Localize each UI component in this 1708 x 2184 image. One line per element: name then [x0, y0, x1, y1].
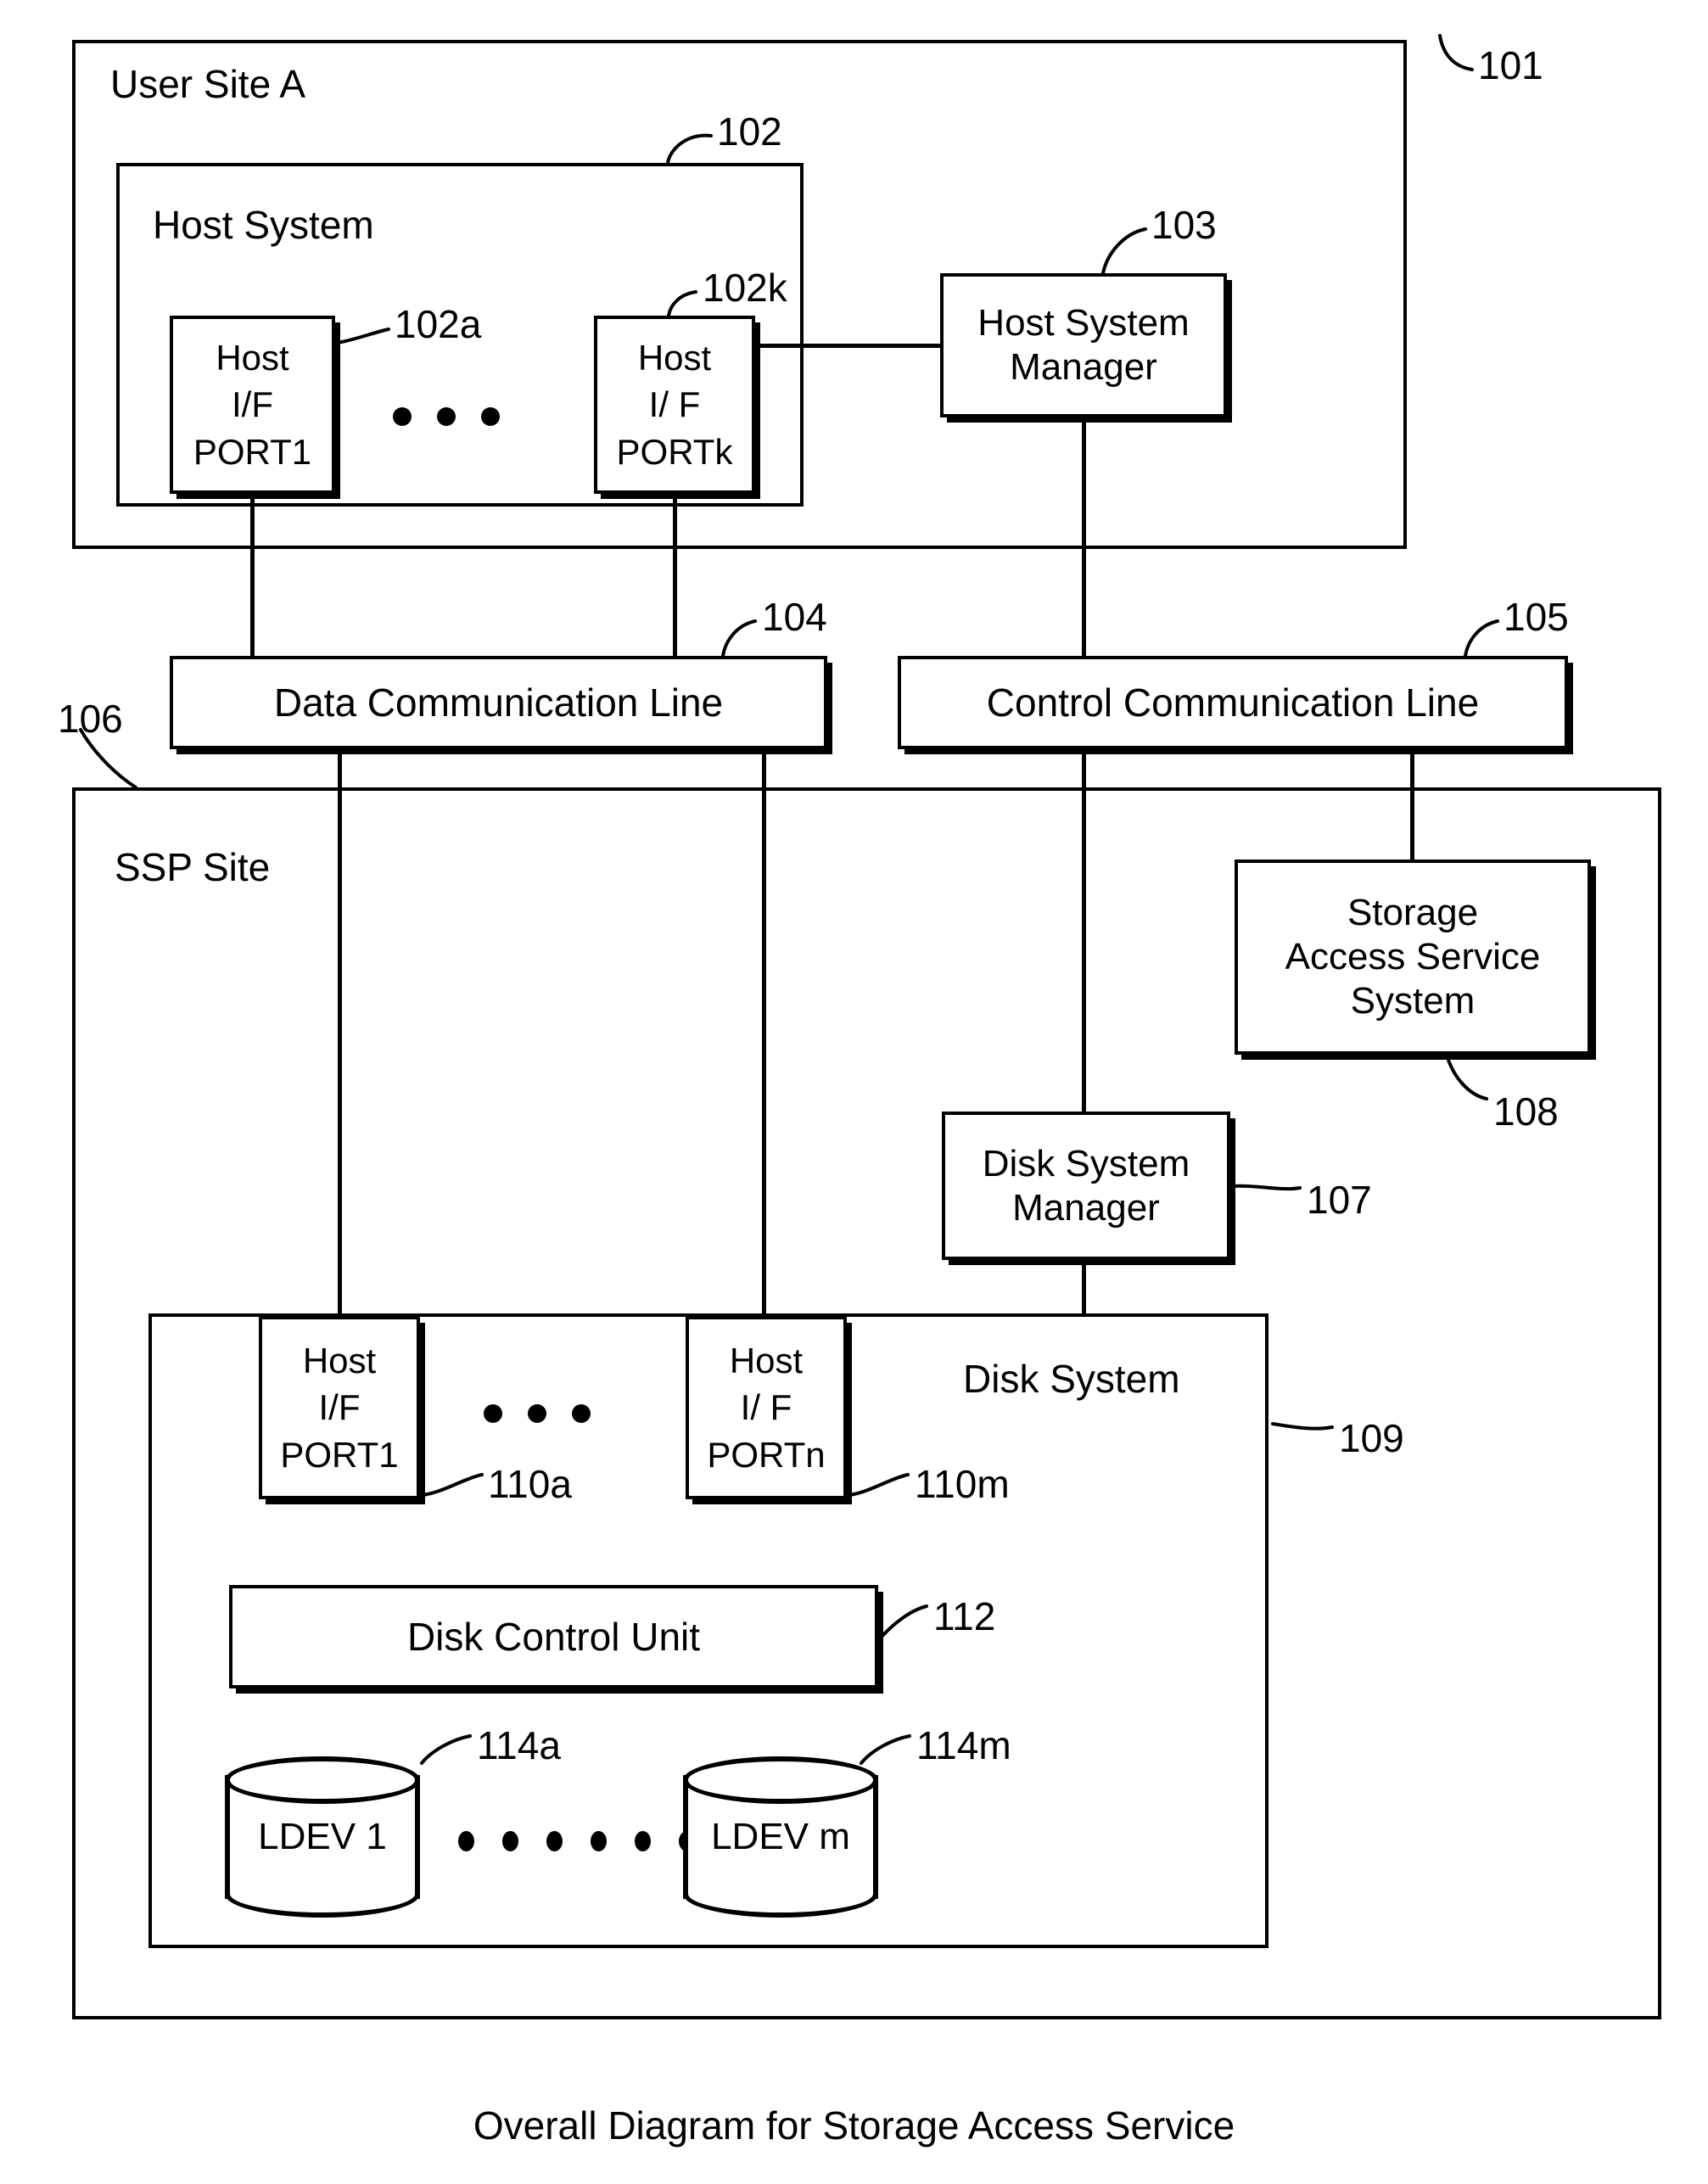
ref-102: 102 [717, 109, 782, 154]
ldev-1-cylinder[interactable]: LDEV 1 [225, 1756, 420, 1918]
disk-control-unit-box[interactable]: Disk Control Unit [229, 1585, 878, 1688]
ref-106: 106 [58, 697, 123, 741]
host-if-portk-label: Host I/ F PORTk [616, 337, 733, 472]
data-communication-line-box[interactable]: Data Communication Line [170, 656, 827, 749]
connector-hsm-down [1082, 417, 1086, 657]
ref-114m: 114m [916, 1723, 1011, 1767]
storage-access-service-system-label: Storage Access Service System [1285, 892, 1541, 1022]
control-communication-line-label: Control Communication Line [986, 680, 1480, 725]
ref-102a: 102a [395, 302, 482, 346]
ldev-m-top [683, 1756, 878, 1804]
patent-figure-page: User Site A 101 Host System 102 Host I/F… [0, 0, 1708, 2184]
data-communication-line-label: Data Communication Line [273, 680, 724, 725]
control-communication-line-box[interactable]: Control Communication Line [898, 656, 1568, 749]
host-if-port1-label: Host I/F PORT1 [193, 337, 312, 472]
host-system-title: Host System [153, 203, 374, 247]
disk-host-if-port1-label: Host I/F PORT1 [280, 1340, 399, 1475]
disk-ports-ellipsis [484, 1404, 591, 1423]
ref-108: 108 [1493, 1089, 1559, 1134]
ref-107: 107 [1307, 1178, 1372, 1222]
disk-control-unit-label: Disk Control Unit [406, 1614, 701, 1659]
disk-host-if-portn-box[interactable]: Host I/ F PORTn [686, 1316, 847, 1499]
ldev-1-top [225, 1756, 420, 1804]
disk-system-title: Disk System [963, 1357, 1180, 1401]
connector-port1-down [250, 494, 255, 657]
ldev-ellipsis [458, 1831, 695, 1851]
ref-114a: 114a [477, 1723, 561, 1767]
disk-host-if-portn-label: Host I/ F PORTn [707, 1340, 826, 1475]
connector-data-to-diskport1 [338, 749, 342, 1316]
user-site-a-title: User Site A [110, 62, 306, 106]
ref-103: 103 [1151, 203, 1217, 247]
host-system-manager-label: Host System Manager [977, 302, 1190, 388]
connector-control-to-sass [1410, 749, 1414, 861]
figure-caption: Overall Diagram for Storage Access Servi… [473, 2103, 1235, 2148]
connector-portk-to-hsm [755, 344, 942, 348]
host-system-manager-box[interactable]: Host System Manager [940, 273, 1227, 417]
ref-110m: 110m [915, 1462, 1010, 1506]
ref-102k: 102k [703, 266, 787, 310]
ldev-1-label: LDEV 1 [258, 1816, 387, 1857]
ref-110a: 110a [488, 1462, 572, 1506]
disk-system-manager-label: Disk System Manager [982, 1142, 1190, 1229]
connector-dsm-to-disksystem [1082, 1260, 1086, 1315]
host-if-portk-box[interactable]: Host I/ F PORTk [594, 316, 755, 494]
connector-data-to-diskportn [762, 749, 766, 1316]
host-ports-ellipsis [393, 407, 500, 426]
connector-control-to-dsm [1082, 749, 1086, 1114]
ref-112: 112 [933, 1594, 996, 1638]
storage-access-service-system-box[interactable]: Storage Access Service System [1235, 860, 1591, 1055]
ssp-site-title: SSP Site [115, 845, 271, 889]
disk-host-if-port1-box[interactable]: Host I/F PORT1 [259, 1316, 420, 1499]
connector-portk-down [673, 494, 677, 657]
ref-109: 109 [1339, 1416, 1404, 1460]
ref-104: 104 [762, 595, 827, 639]
ldev-m-cylinder[interactable]: LDEV m [683, 1756, 878, 1918]
ldev-m-label: LDEV m [711, 1816, 850, 1857]
disk-system-manager-box[interactable]: Disk System Manager [942, 1112, 1230, 1260]
ref-105: 105 [1504, 595, 1569, 639]
host-if-port1-box[interactable]: Host I/F PORT1 [170, 316, 335, 494]
ref-101: 101 [1478, 43, 1543, 87]
